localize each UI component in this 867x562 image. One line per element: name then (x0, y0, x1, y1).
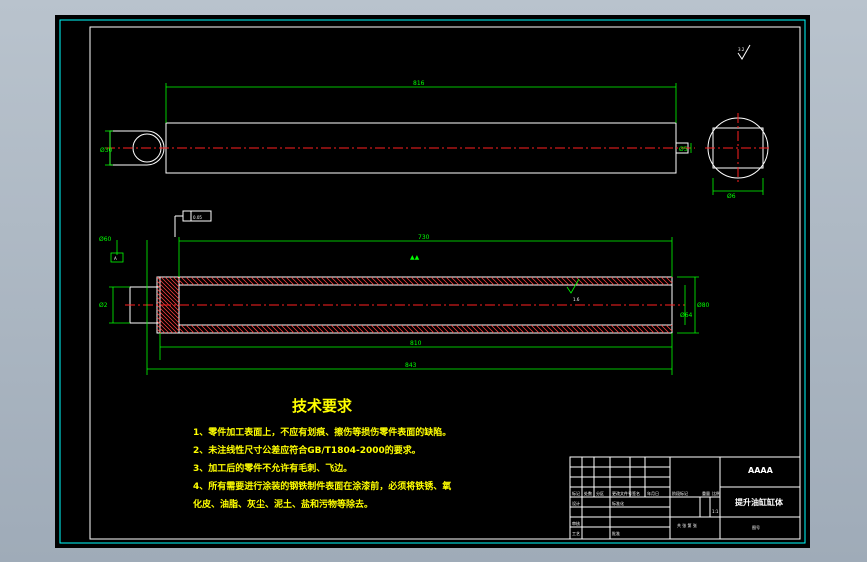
tb-sign: 签名 (632, 490, 640, 496)
requirement-line-2: 2、未注线性尺寸公差应符合GB/T1804-2000的要求。 (193, 444, 421, 456)
cad-viewport[interactable]: 3.2 816 Ø30 Ø5 Ø6 730 ▲▲ 810 843 Ø60 Ø2 … (0, 0, 867, 562)
tb-weight: 重量 (702, 490, 710, 496)
dim-left-dia: Ø30 (100, 147, 113, 154)
requirement-line-5: 化皮、油脂、灰尘、泥土、盐和污物等除去。 (193, 498, 373, 510)
requirements-title: 技术要求 (292, 397, 353, 415)
drawing-no-label: 图号 (752, 524, 760, 530)
tb-standardize: 标准化 (612, 500, 624, 506)
tb-mark: 标记 (572, 490, 580, 496)
tb-zone: 分区 (596, 490, 604, 496)
tb-date: 年月日 (647, 490, 659, 496)
dim-right-dia: Ø5 (679, 146, 688, 153)
company-name: AAAA (748, 466, 774, 475)
tb-change-doc: 更改文件号 (612, 490, 632, 496)
dim-right-outer: Ø80 (697, 302, 710, 309)
requirement-line-3: 3、加工后的零件不允许有毛刺、飞边。 (193, 462, 352, 474)
scale-value: 1:1 (712, 509, 719, 514)
dim-843: 843 (405, 362, 417, 369)
tb-approve: 批准 (612, 530, 620, 536)
dim-left-head: Ø60 (99, 236, 112, 243)
tb-count: 处数 (584, 490, 592, 496)
requirement-line-4: 4、所有需要进行涂装的钢铁制件表面在涂漆前，必须将铁锈、氧 (193, 480, 451, 492)
tb-ratio: 比例 (712, 490, 720, 496)
tb-process: 工艺 (572, 531, 580, 536)
datum-letter: A (114, 256, 117, 261)
roughness-mid-value: 1.6 (573, 297, 580, 302)
tb-stage: 阶段标记 (672, 490, 688, 496)
tolerance-value: 0.05 (193, 215, 202, 220)
dim-circle: Ø6 (727, 193, 736, 200)
dim-left-height: Ø2 (99, 302, 108, 309)
dim-810: 810 (410, 340, 422, 347)
tb-review: 审核 (572, 520, 580, 526)
requirement-line-1: 1、零件加工表面上，不应有划痕、擦伤等损伤零件表面的缺陷。 (193, 426, 451, 438)
drawing-canvas[interactable]: 3.2 816 Ø30 Ø5 Ø6 730 ▲▲ 810 843 Ø60 Ø2 … (55, 15, 810, 548)
dim-816: 816 (413, 80, 425, 87)
dim-right-inner: Ø64 (680, 312, 693, 319)
part-name: 提升油缸缸体 (735, 497, 784, 507)
center-mark: ▲▲ (410, 254, 420, 261)
tb-sheet: 共 张 第 张 (677, 522, 697, 528)
text-layer: 816 Ø30 Ø5 Ø6 730 ▲▲ 810 843 Ø60 Ø2 Ø80 … (99, 80, 784, 536)
dim-730: 730 (418, 234, 430, 241)
tb-design: 设计 (572, 500, 580, 506)
